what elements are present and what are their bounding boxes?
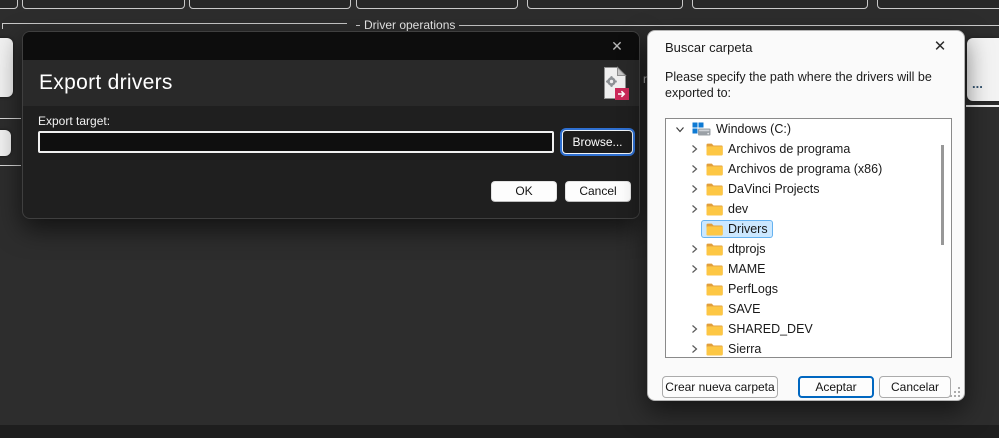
dialog-title: Export drivers: [39, 60, 173, 106]
export-dialog-header: Export drivers: [23, 60, 639, 106]
tree-item[interactable]: Archivos de programa (x86): [666, 159, 951, 179]
groupbox-border: [0, 118, 21, 119]
groupbox-border: [2, 23, 347, 24]
export-target-label: Export target:: [38, 114, 110, 128]
chevron-right-icon[interactable]: [686, 181, 702, 197]
chevron-right-icon[interactable]: [686, 341, 702, 357]
background-panel-edge: [0, 0, 18, 9]
tree-item-label: SHARED_DEV: [728, 322, 813, 336]
driver-operations-group-label: Driver operations: [360, 18, 459, 32]
tree-item[interactable]: SHARED_DEV: [666, 319, 951, 339]
ok-button[interactable]: OK: [491, 181, 557, 202]
expander-spacer: [686, 301, 702, 317]
background-panel-edge: [527, 0, 683, 9]
tree-item-label: Drivers: [728, 222, 768, 236]
accept-button[interactable]: Aceptar: [798, 376, 874, 398]
tree-item-label: Archivos de programa (x86): [728, 162, 882, 176]
background-bottom-strip: [0, 425, 999, 438]
groupbox-border: [0, 165, 21, 166]
tree-item-label: Archivos de programa: [728, 142, 850, 156]
tree-item[interactable]: dtprojs: [666, 239, 951, 259]
groupbox-border: [2, 23, 3, 29]
tree-item-label: Windows (C:): [716, 122, 791, 136]
create-new-folder-button[interactable]: Crear nueva carpeta: [662, 376, 778, 398]
tree-item[interactable]: Sierra: [666, 339, 951, 358]
background-panel-edge: [22, 0, 185, 9]
tree-item-label: dev: [728, 202, 748, 216]
folder-icon: [706, 183, 723, 196]
folder-icon: [706, 303, 723, 316]
export-drivers-dialog: ✕ Export drivers: [22, 31, 640, 219]
tree-item-label: Sierra: [728, 342, 761, 356]
background-button-label: ...: [972, 76, 983, 91]
browse-button[interactable]: Browse...: [562, 130, 633, 154]
chevron-right-icon[interactable]: [686, 141, 702, 157]
background-panel-edge: [189, 0, 351, 9]
chevron-right-icon[interactable]: [686, 241, 702, 257]
cancel-button[interactable]: Cancel: [565, 181, 631, 202]
background-panel-edge: [692, 0, 868, 9]
tree-item-label: PerfLogs: [728, 282, 778, 296]
folder-icon: [706, 143, 723, 156]
folder-icon: [706, 323, 723, 336]
tree-item[interactable]: Archivos de programa: [666, 139, 951, 159]
expander-spacer: [686, 221, 702, 237]
buscar-carpeta-dialog: Buscar carpeta ✕ Please specify the path…: [647, 30, 965, 401]
background-button[interactable]: [0, 38, 13, 97]
chevron-down-icon[interactable]: [672, 121, 688, 137]
folder-icon: [706, 343, 723, 356]
tree-item-label: DaVinci Projects: [728, 182, 819, 196]
tree-item[interactable]: Windows (C:): [666, 119, 951, 139]
tree-item[interactable]: DaVinci Projects: [666, 179, 951, 199]
drive-icon: [692, 122, 711, 136]
resize-grip-icon[interactable]: [950, 387, 960, 397]
export-dialog-titlebar: ✕: [23, 32, 639, 60]
chevron-right-icon[interactable]: [686, 161, 702, 177]
cancel-button[interactable]: Cancelar: [879, 376, 951, 398]
folder-icon: [706, 223, 723, 236]
tree-item[interactable]: Drivers: [666, 219, 951, 239]
dialog-title: Buscar carpeta: [665, 40, 752, 55]
folder-tree[interactable]: Windows (C:) Archivos de programa Archivos…: [665, 118, 952, 358]
folder-icon: [706, 203, 723, 216]
tree-item-label: SAVE: [728, 302, 760, 316]
close-icon[interactable]: ✕: [607, 36, 627, 56]
scrollbar-thumb[interactable]: [941, 145, 944, 245]
screen: Driver operations ... r ✕ Export drivers: [0, 0, 999, 438]
tree-item[interactable]: MAME: [666, 259, 951, 279]
close-icon[interactable]: ✕: [929, 36, 951, 58]
chevron-right-icon[interactable]: [686, 201, 702, 217]
tree-item[interactable]: dev: [666, 199, 951, 219]
folder-icon: [706, 243, 723, 256]
chevron-right-icon[interactable]: [686, 321, 702, 337]
instruction-text: Please specify the path where the driver…: [665, 69, 959, 102]
groupbox-border: [966, 105, 999, 107]
background-panel-edge: [877, 0, 999, 9]
background-button[interactable]: ...: [967, 38, 999, 101]
background-panel-edge: [356, 0, 518, 9]
folder-icon: [706, 263, 723, 276]
chevron-right-icon[interactable]: [686, 261, 702, 277]
export-target-input[interactable]: [38, 131, 554, 153]
tree-item-label: dtprojs: [728, 242, 766, 256]
folder-icon: [706, 283, 723, 296]
background-button[interactable]: [0, 130, 11, 156]
export-drivers-icon: [600, 65, 630, 107]
folder-icon: [706, 163, 723, 176]
tree-item[interactable]: SAVE: [666, 299, 951, 319]
tree-item[interactable]: PerfLogs: [666, 279, 951, 299]
tree-item-label: MAME: [728, 262, 766, 276]
expander-spacer: [686, 281, 702, 297]
